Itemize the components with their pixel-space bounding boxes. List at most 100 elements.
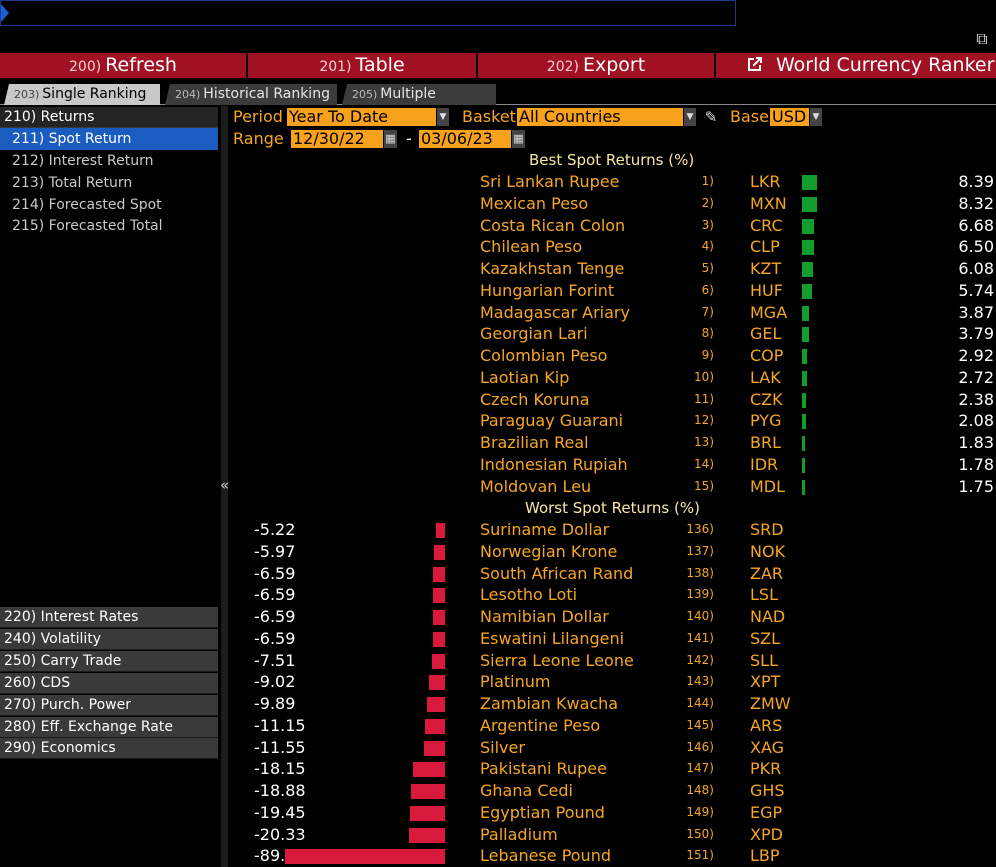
- currency-code: CZK: [750, 389, 783, 409]
- list-item[interactable]: 8) Georgian Lari GEL 3.79: [230, 323, 996, 344]
- list-item[interactable]: -18.88 148) Ghana Cedi GHS: [230, 780, 996, 801]
- app-title[interactable]: World Currency Ranker: [716, 53, 996, 78]
- list-item[interactable]: -9.02 143) Platinum XPT: [230, 671, 996, 692]
- sidebar-item-carry-trade[interactable]: 250) Carry Trade: [0, 651, 218, 672]
- sidebar-item-cds[interactable]: 260) CDS: [0, 673, 218, 694]
- return-bar: [802, 414, 806, 430]
- list-item[interactable]: 10) Laotian Kip LAK 2.72: [230, 367, 996, 388]
- list-item[interactable]: -11.55 146) Silver XAG: [230, 737, 996, 758]
- sidebar-item-purch-power[interactable]: 270) Purch. Power: [0, 695, 218, 716]
- currency-code: EGP: [750, 802, 783, 822]
- currency-code: PKR: [750, 759, 782, 779]
- base-select[interactable]: USD: [770, 108, 809, 126]
- list-item[interactable]: 9) Colombian Peso COP 2.92: [230, 345, 996, 366]
- sidebar-item-spot-return[interactable]: 211) Spot Return: [0, 128, 218, 150]
- list-item[interactable]: -6.59 140) Namibian Dollar NAD: [230, 606, 996, 627]
- list-item[interactable]: -19.45 149) Egyptian Pound EGP: [230, 802, 996, 823]
- list-item[interactable]: 3) Costa Rican Colon CRC 6.68: [230, 215, 996, 236]
- currency-code: IDR: [750, 454, 779, 474]
- list-item[interactable]: 4) Chilean Peso CLP 6.50: [230, 236, 996, 257]
- list-item[interactable]: 7) Madagascar Ariary MGA 3.87: [230, 302, 996, 323]
- list-item[interactable]: 13) Brazilian Real BRL 1.83: [230, 432, 996, 453]
- tab-multiple-ranking[interactable]: 205)Multiple Ranking: [342, 84, 496, 105]
- basket-dropdown-icon[interactable]: ▼: [684, 108, 696, 126]
- rank-number: 140): [686, 609, 714, 623]
- currency-code: GEL: [750, 324, 782, 344]
- table-button[interactable]: 201) Table: [248, 53, 476, 78]
- refresh-button[interactable]: 200) Refresh: [0, 53, 246, 78]
- currency-name: Namibian Dollar: [480, 607, 609, 626]
- sidebar-item-total-return[interactable]: 213) Total Return: [0, 172, 218, 194]
- return-value: -11.55: [254, 737, 306, 757]
- list-item[interactable]: -5.22 136) Suriname Dollar SRD: [230, 519, 996, 540]
- calendar-icon[interactable]: ▦: [384, 130, 397, 148]
- list-item[interactable]: -5.97 137) Norwegian Krone NOK: [230, 541, 996, 562]
- popout-icon[interactable]: ⧉: [972, 29, 992, 49]
- currency-code: LAK: [750, 367, 781, 387]
- list-item[interactable]: 2) Mexican Peso MXN 8.32: [230, 193, 996, 214]
- pencil-icon[interactable]: ✎: [702, 108, 720, 126]
- sidebar-item-forecasted-total[interactable]: 215) Forecasted Total: [0, 215, 218, 237]
- sidebar-item-economics[interactable]: 290) Economics: [0, 738, 218, 759]
- currency-code: CLP: [750, 237, 780, 257]
- list-item[interactable]: -6.59 138) South African Rand ZAR: [230, 563, 996, 584]
- return-value: -18.88: [254, 781, 306, 800]
- return-value: 3.87: [958, 302, 994, 322]
- list-item[interactable]: 11) Czech Koruna CZK 2.38: [230, 389, 996, 410]
- calendar-icon[interactable]: ▦: [512, 130, 525, 148]
- command-arrow-icon: [1, 4, 9, 22]
- return-value: 2.08: [958, 411, 994, 431]
- period-dropdown-icon[interactable]: ▼: [437, 108, 449, 126]
- list-item[interactable]: -6.59 139) Lesotho Loti LSL: [230, 584, 996, 605]
- sidebar-item-volatility[interactable]: 240) Volatility: [0, 629, 218, 650]
- list-item[interactable]: 12) Paraguay Guarani PYG 2.08: [230, 410, 996, 431]
- basket-select[interactable]: All Countries: [517, 108, 683, 126]
- list-item[interactable]: 1) Sri Lankan Rupee LKR 8.39: [230, 171, 996, 192]
- return-value: -19.45: [254, 802, 306, 822]
- range-label: Range: [233, 129, 284, 148]
- currency-name: Lesotho Loti: [480, 585, 578, 605]
- list-item[interactable]: -6.59 141) Eswatini Lilangeni SZL: [230, 628, 996, 649]
- list-item[interactable]: -20.33 150) Palladium XPD: [230, 824, 996, 845]
- range-end-input[interactable]: 03/06/23: [419, 130, 511, 148]
- list-item[interactable]: 5) Kazakhstan Tenge KZT 6.08: [230, 258, 996, 279]
- currency-name: Kazakhstan Tenge: [480, 259, 625, 278]
- period-select[interactable]: Year To Date: [287, 108, 436, 126]
- tab-historical-ranking[interactable]: 204) Historical Ranking: [165, 84, 337, 105]
- export-button[interactable]: 202) Export: [478, 53, 714, 78]
- list-item[interactable]: 6) Hungarian Forint HUF 5.74: [230, 280, 996, 301]
- command-input[interactable]: [0, 0, 736, 26]
- list-item[interactable]: -11.15 145) Argentine Peso ARS: [230, 715, 996, 736]
- rank-number: 147): [686, 761, 714, 776]
- currency-name: Moldovan Leu: [480, 476, 592, 496]
- list-item[interactable]: -7.51 142) Sierra Leone Leone SLL: [230, 650, 996, 671]
- rank-number: 3): [701, 217, 714, 232]
- currency-code: MDL: [750, 476, 786, 496]
- list-item[interactable]: -18.15 147) Pakistani Rupee PKR: [230, 758, 996, 779]
- sidebar-item-eff-exchange-rate[interactable]: 280) Eff. Exchange Rate: [0, 717, 218, 738]
- sidebar-item-interest-return[interactable]: 212) Interest Return: [0, 150, 218, 172]
- list-item[interactable]: 15) Moldovan Leu MDL 1.75: [230, 476, 996, 497]
- base-dropdown-icon[interactable]: ▼: [810, 108, 822, 126]
- return-value: -11.15: [254, 715, 306, 735]
- sidebar-header-returns[interactable]: 210) Returns: [0, 107, 218, 128]
- return-value: 2.72: [958, 367, 994, 387]
- return-value: -6.59: [254, 585, 296, 605]
- list-item[interactable]: -9.89 144) Zambian Kwacha ZMW: [230, 693, 996, 714]
- tab-single-ranking[interactable]: 203) Single Ranking: [4, 84, 160, 105]
- return-bar: [436, 523, 445, 538]
- currency-name: Silver: [480, 737, 525, 757]
- currency-name: Czech Koruna: [480, 389, 590, 409]
- rank-number: 137): [686, 543, 714, 558]
- sidebar-item-interest-rates[interactable]: 220) Interest Rates: [0, 607, 218, 628]
- return-bar: [433, 566, 445, 582]
- return-value: 6.08: [958, 259, 994, 278]
- currency-code: XPT: [750, 672, 781, 692]
- sidebar-item-forecasted-spot[interactable]: 214) Forecasted Spot: [0, 194, 218, 216]
- range-start-input[interactable]: 12/30/22: [291, 130, 383, 148]
- list-item[interactable]: -89.89 151) Lebanese Pound LBP: [230, 845, 996, 866]
- currency-code: GHS: [750, 781, 785, 800]
- list-item[interactable]: 14) Indonesian Rupiah IDR 1.78: [230, 454, 996, 475]
- return-bar: [802, 196, 817, 212]
- return-value: -9.89: [254, 694, 296, 713]
